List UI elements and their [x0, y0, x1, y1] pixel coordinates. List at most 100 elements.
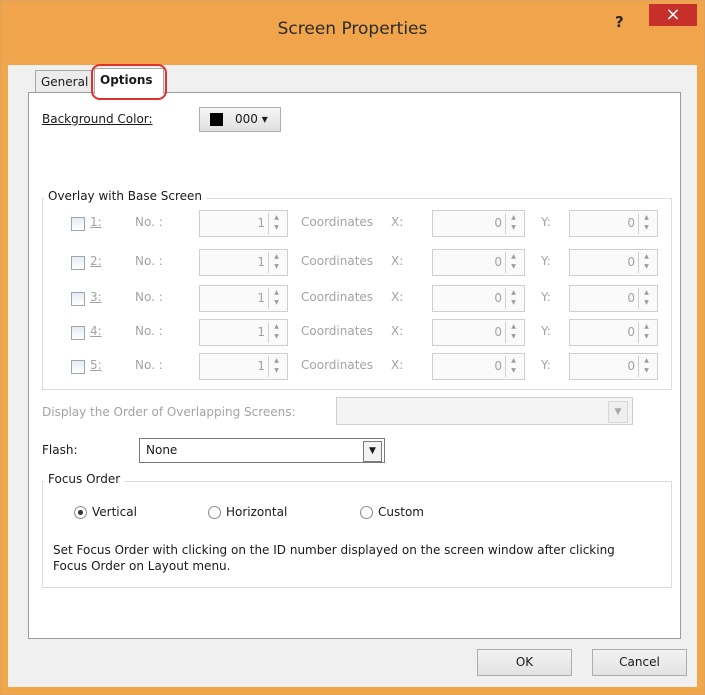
- color-swatch: [210, 113, 223, 126]
- up-arrow-icon: ▲: [644, 214, 649, 221]
- up-arrow-icon: ▲: [644, 253, 649, 260]
- ok-button[interactable]: OK: [477, 649, 572, 676]
- vertical-label: Vertical: [92, 505, 137, 519]
- display-order-select: ▼: [336, 397, 633, 425]
- radio-vertical[interactable]: [74, 506, 87, 519]
- overlay-no-stepper: 1 ▲ ▼: [199, 319, 288, 346]
- down-arrow-icon: ▼: [274, 263, 279, 270]
- overlay-y-stepper: 0 ▲ ▼: [569, 353, 658, 380]
- overlay-no-stepper: 1 ▲ ▼: [199, 249, 288, 276]
- overlay-row-checkbox[interactable]: [71, 217, 85, 231]
- chevron-down-icon: ▼: [608, 401, 628, 423]
- overlay-coordinates-label: Coordinates: [301, 324, 374, 338]
- up-arrow-icon: ▲: [644, 323, 649, 330]
- title-bar: Screen Properties ? ×: [1, 1, 704, 65]
- overlay-y-stepper: 0 ▲ ▼: [569, 210, 658, 237]
- overlay-no-label: No. :: [135, 215, 163, 229]
- flash-select[interactable]: None ▼: [139, 438, 385, 463]
- up-arrow-icon: ▲: [274, 357, 279, 364]
- up-arrow-icon: ▲: [644, 289, 649, 296]
- overlay-y-label: Y:: [541, 358, 551, 372]
- overlay-y-label: Y:: [541, 290, 551, 304]
- cancel-button[interactable]: Cancel: [592, 649, 687, 676]
- overlay-y-label: Y:: [541, 215, 551, 229]
- tab-highlight: [91, 64, 167, 100]
- overlay-coordinates-label: Coordinates: [301, 215, 374, 229]
- down-arrow-icon: ▼: [511, 333, 516, 340]
- down-arrow-icon: ▼: [274, 333, 279, 340]
- radio-custom[interactable]: [360, 506, 373, 519]
- overlay-no-label: No. :: [135, 358, 163, 372]
- up-arrow-icon: ▲: [274, 289, 279, 296]
- overlay-row-label: 3:: [90, 290, 102, 304]
- up-arrow-icon: ▲: [644, 357, 649, 364]
- overlay-x-label: X:: [391, 290, 404, 304]
- overlay-x-stepper: 0 ▲ ▼: [432, 249, 525, 276]
- display-order-label: Display the Order of Overlapping Screens…: [42, 405, 296, 419]
- background-color-value: 000 ▾: [235, 112, 268, 126]
- overlay-y-label: Y:: [541, 254, 551, 268]
- up-arrow-icon: ▲: [511, 289, 516, 296]
- up-arrow-icon: ▲: [274, 214, 279, 221]
- up-arrow-icon: ▲: [511, 253, 516, 260]
- overlay-row-checkbox[interactable]: [71, 360, 85, 374]
- radio-horizontal[interactable]: [208, 506, 221, 519]
- up-arrow-icon: ▲: [511, 323, 516, 330]
- down-arrow-icon: ▼: [644, 333, 649, 340]
- down-arrow-icon: ▼: [644, 263, 649, 270]
- down-arrow-icon: ▼: [511, 367, 516, 374]
- overlay-x-stepper: 0 ▲ ▼: [432, 353, 525, 380]
- down-arrow-icon: ▼: [274, 367, 279, 374]
- overlay-coordinates-label: Coordinates: [301, 254, 374, 268]
- background-color-label: Background Color:: [42, 112, 153, 126]
- overlay-row-checkbox[interactable]: [71, 292, 85, 306]
- down-arrow-icon: ▼: [644, 367, 649, 374]
- up-arrow-icon: ▲: [511, 214, 516, 221]
- tab-general[interactable]: General: [35, 70, 92, 93]
- up-arrow-icon: ▲: [511, 357, 516, 364]
- overlay-no-label: No. :: [135, 290, 163, 304]
- up-arrow-icon: ▲: [274, 253, 279, 260]
- overlay-no-label: No. :: [135, 324, 163, 338]
- focus-order-legend: Focus Order: [44, 472, 125, 486]
- overlay-row-label: 4:: [90, 324, 102, 338]
- overlay-y-stepper: 0 ▲ ▼: [569, 319, 658, 346]
- down-arrow-icon: ▼: [511, 224, 516, 231]
- close-icon[interactable]: ×: [649, 4, 697, 26]
- overlay-no-stepper: 1 ▲ ▼: [199, 210, 288, 237]
- flash-value: None: [146, 443, 178, 457]
- overlay-coordinates-label: Coordinates: [301, 358, 374, 372]
- focus-order-note-2: Focus Order on Layout menu.: [53, 559, 231, 573]
- overlay-no-label: No. :: [135, 254, 163, 268]
- overlay-row-label: 1:: [90, 215, 102, 229]
- down-arrow-icon: ▼: [274, 224, 279, 231]
- overlay-row-checkbox[interactable]: [71, 256, 85, 270]
- focus-order-note-1: Set Focus Order with clicking on the ID …: [53, 543, 615, 557]
- overlay-no-stepper: 1 ▲ ▼: [199, 353, 288, 380]
- down-arrow-icon: ▼: [644, 224, 649, 231]
- overlay-x-label: X:: [391, 254, 404, 268]
- chevron-down-icon[interactable]: ▼: [363, 441, 382, 462]
- horizontal-label: Horizontal: [226, 505, 288, 519]
- help-icon[interactable]: ?: [615, 13, 624, 31]
- up-arrow-icon: ▲: [274, 323, 279, 330]
- overlay-x-stepper: 0 ▲ ▼: [432, 319, 525, 346]
- flash-label: Flash:: [42, 443, 78, 457]
- overlay-x-stepper: 0 ▲ ▼: [432, 210, 525, 237]
- down-arrow-icon: ▼: [274, 299, 279, 306]
- custom-label: Custom: [378, 505, 424, 519]
- overlay-x-label: X:: [391, 358, 404, 372]
- background-color-picker[interactable]: 000 ▾: [199, 107, 281, 132]
- overlay-no-stepper: 1 ▲ ▼: [199, 285, 288, 312]
- overlay-row-checkbox[interactable]: [71, 326, 85, 340]
- down-arrow-icon: ▼: [644, 299, 649, 306]
- overlay-row-label: 5:: [90, 358, 102, 372]
- overlay-x-label: X:: [391, 324, 404, 338]
- overlay-legend: Overlay with Base Screen: [44, 189, 207, 203]
- overlay-x-label: X:: [391, 215, 404, 229]
- window-title: Screen Properties: [277, 19, 428, 39]
- down-arrow-icon: ▼: [511, 299, 516, 306]
- overlay-y-label: Y:: [541, 324, 551, 338]
- overlay-coordinates-label: Coordinates: [301, 290, 374, 304]
- overlay-y-stepper: 0 ▲ ▼: [569, 249, 658, 276]
